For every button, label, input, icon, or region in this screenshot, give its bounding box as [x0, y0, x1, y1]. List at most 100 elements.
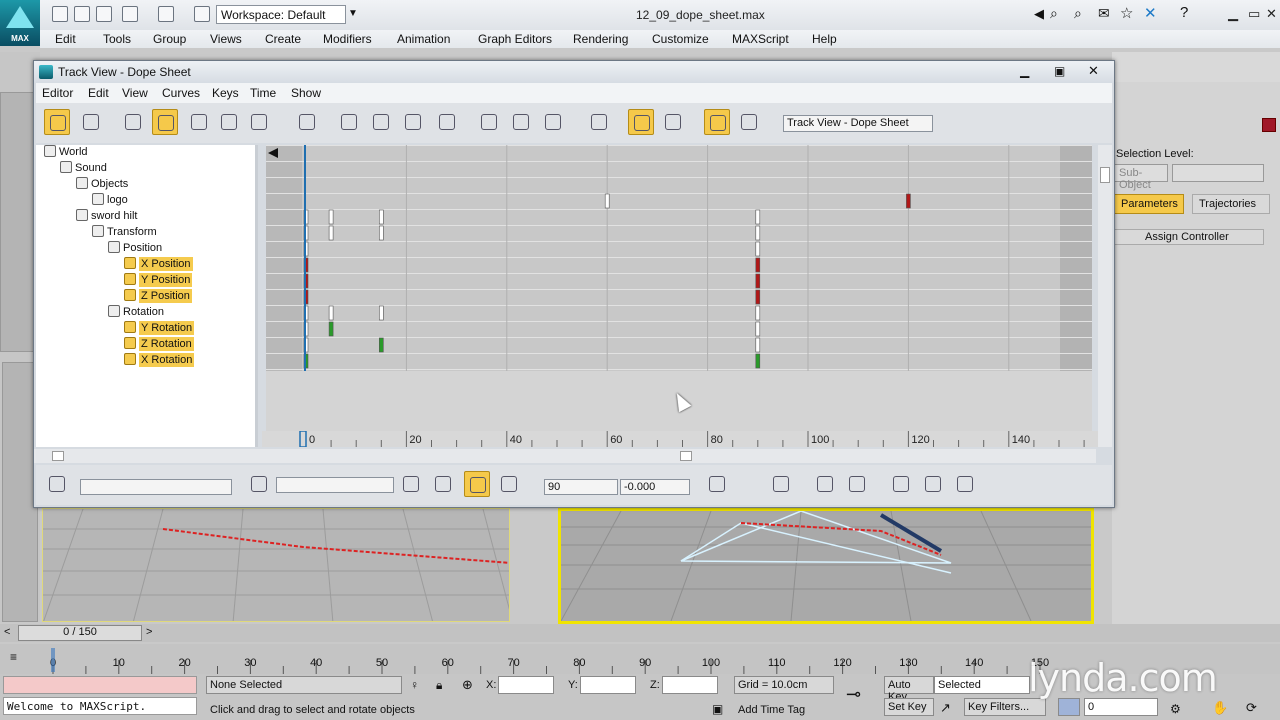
animation-key[interactable] — [379, 337, 384, 353]
chevron-down-icon[interactable]: ▼ — [348, 8, 358, 19]
insert-time-icon[interactable] — [434, 109, 460, 135]
animation-key[interactable] — [379, 225, 384, 241]
key-filters-button[interactable]: Key Filters... — [964, 698, 1046, 716]
zoom-horizontal-extents-icon[interactable] — [812, 471, 838, 497]
open-icon[interactable] — [74, 6, 90, 22]
animation-key[interactable] — [328, 225, 334, 241]
slide-keys-icon[interactable] — [186, 109, 212, 135]
animation-key[interactable] — [755, 273, 761, 289]
trackview-maximize-icon[interactable]: ▣ — [1054, 64, 1065, 78]
animation-key[interactable] — [755, 321, 761, 337]
arrow-left-icon[interactable]: ◀ — [1034, 6, 1044, 22]
search-icon[interactable]: ⌕ — [1074, 5, 1082, 22]
x-coordinate-field[interactable] — [498, 676, 554, 694]
time-slider-prev-icon[interactable]: < — [4, 626, 10, 638]
animation-key[interactable] — [328, 305, 334, 321]
y-coordinate-field[interactable] — [580, 676, 636, 694]
tree-node[interactable]: World — [44, 145, 88, 161]
time-ruler[interactable]: 0 20 40 60 80 100 120 140 — [262, 431, 1098, 447]
cut-icon[interactable] — [476, 109, 502, 135]
modify-child-keys-icon[interactable] — [736, 109, 762, 135]
help-icon[interactable]: ? — [1180, 4, 1188, 21]
menu-tools[interactable]: Tools — [103, 32, 131, 46]
tree-node[interactable]: sword hilt — [76, 209, 137, 225]
close-icon[interactable]: ✕ — [1266, 6, 1277, 22]
tree-node[interactable]: Objects — [76, 177, 128, 193]
animation-key[interactable] — [906, 193, 911, 209]
default-tangents-icon[interactable]: ↗ — [940, 700, 951, 716]
add-time-tag[interactable]: Add Time Tag — [738, 704, 805, 716]
maximize-icon[interactable]: ▭ — [1248, 6, 1260, 22]
ruler-time-marker[interactable] — [299, 431, 307, 447]
menu-views[interactable]: Views — [210, 32, 242, 46]
menu-rendering[interactable]: Rendering — [573, 32, 628, 46]
tree-node[interactable]: X Position — [124, 257, 193, 273]
delete-time-icon[interactable] — [336, 109, 362, 135]
tv-menu-show[interactable]: Show — [291, 86, 321, 100]
isolate-selection-icon[interactable]: ♀ — [410, 678, 419, 692]
time-tag-icon[interactable]: ▣ — [712, 702, 723, 716]
absolute-mode-icon[interactable]: ⊕ — [462, 677, 473, 693]
object-color-swatch[interactable] — [1262, 118, 1276, 132]
exchange-icon[interactable]: ✕ — [1144, 4, 1157, 22]
tv-menu-view[interactable]: View — [122, 86, 148, 100]
application-button[interactable]: MAX — [0, 0, 40, 46]
scale-time-icon[interactable] — [400, 109, 426, 135]
menu-maxscript[interactable]: MAXScript — [732, 32, 789, 46]
menu-create[interactable]: Create — [265, 32, 301, 46]
tv-menu-keys[interactable]: Keys — [212, 86, 239, 100]
animation-key[interactable] — [328, 321, 334, 337]
selection-lock-icon[interactable]: 🔒︎ — [436, 678, 442, 693]
tab-trajectories[interactable]: Trajectories — [1192, 194, 1270, 214]
trackview-name-field[interactable]: Track View - Dope Sheet — [783, 115, 933, 132]
dope-sheet-grid[interactable] — [266, 145, 1092, 371]
menu-group[interactable]: Group — [153, 32, 186, 46]
sub-object-dropdown[interactable] — [1172, 164, 1264, 182]
save-icon[interactable] — [96, 6, 112, 22]
add-keys-icon[interactable] — [216, 109, 242, 135]
show-selected-key-stats-icon[interactable] — [704, 471, 730, 497]
menu-graph-editors[interactable]: Graph Editors — [478, 32, 552, 46]
frame-field[interactable]: 90 — [544, 479, 618, 495]
tree-node[interactable]: Y Position — [124, 273, 193, 289]
zoom-selected-object-icon[interactable] — [44, 471, 70, 497]
tv-menu-time[interactable]: Time — [250, 86, 276, 100]
paste-icon[interactable] — [540, 109, 566, 135]
set-key-mode-icon[interactable]: ⊸ — [846, 684, 861, 705]
project-folder-icon[interactable] — [194, 6, 210, 22]
time-configuration-icon[interactable]: ⚙ — [1170, 702, 1181, 716]
go-to-start-icon[interactable] — [1058, 698, 1080, 716]
animation-key[interactable] — [604, 193, 610, 209]
sub-object-button[interactable]: Sub-Object — [1114, 164, 1168, 191]
track-bar-time-marker[interactable] — [51, 648, 55, 672]
set-key-button[interactable]: Set Key — [884, 698, 934, 716]
tv-menu-editor[interactable]: Editor — [42, 86, 73, 100]
time-slider-thumb[interactable]: 0 / 150 — [18, 625, 142, 641]
tree-node[interactable]: Sound — [60, 161, 107, 177]
open-mini-curve-editor-icon[interactable]: ≡ — [10, 650, 17, 664]
redo-icon[interactable] — [158, 6, 174, 22]
menu-modifiers[interactable]: Modifiers — [323, 32, 372, 46]
tab-parameters[interactable]: Parameters — [1114, 194, 1184, 214]
time-slider[interactable]: < 0 / 150 > — [0, 624, 1280, 642]
maxscript-listener-output[interactable]: Welcome to MAXScript. — [3, 697, 197, 715]
tv-menu-curves[interactable]: Curves — [162, 86, 200, 100]
tree-node[interactable]: logo — [92, 193, 128, 209]
menu-edit[interactable]: Edit — [55, 32, 76, 46]
favorites-star-icon[interactable]: ☆ — [1120, 4, 1133, 22]
menu-help[interactable]: Help — [812, 32, 837, 46]
scale-keys-icon[interactable] — [246, 109, 272, 135]
animation-key[interactable] — [755, 353, 761, 369]
value-field[interactable]: -0.000 — [620, 479, 690, 495]
menu-animation[interactable]: Animation — [397, 32, 450, 46]
pan-view-icon[interactable]: ✋ — [1212, 700, 1228, 716]
move-keys-icon[interactable] — [152, 109, 178, 135]
lock-selection-icon[interactable] — [586, 109, 612, 135]
isolate-curve-icon[interactable] — [952, 471, 978, 497]
modify-subtree-icon[interactable] — [704, 109, 730, 135]
auto-key-button[interactable]: Auto Key — [884, 676, 934, 703]
undo-icon[interactable] — [122, 6, 138, 22]
viewport-perspective[interactable] — [558, 508, 1094, 624]
edit-track-set-icon[interactable] — [246, 471, 272, 497]
track-set-dropdown[interactable] — [276, 477, 394, 493]
